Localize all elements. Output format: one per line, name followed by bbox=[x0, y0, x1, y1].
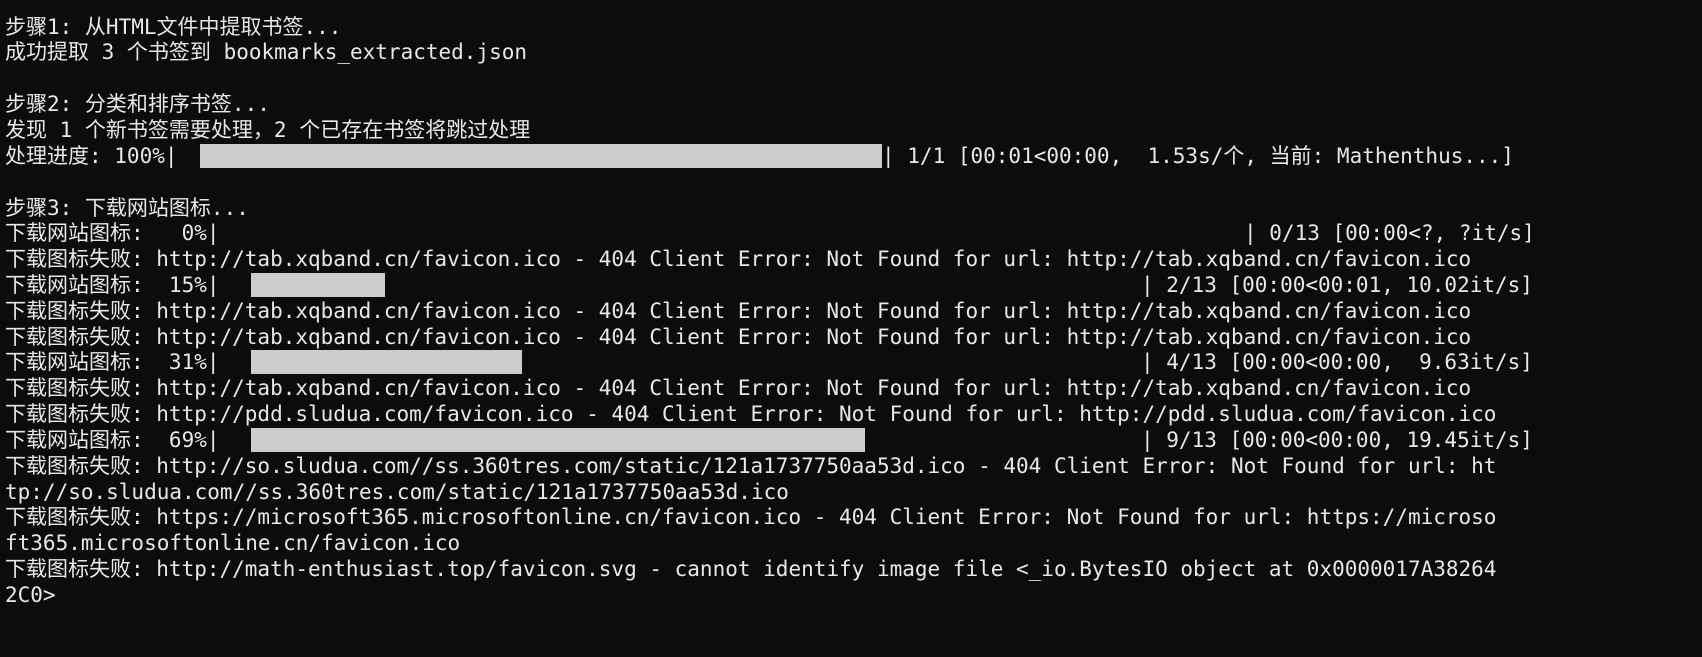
error-line: 下载图标失败: http://so.sludua.com//ss.360tres… bbox=[5, 454, 1497, 478]
error-line-wrap: ft365.microsoftonline.cn/favicon.ico bbox=[5, 531, 461, 555]
progress-label: 下载网站图标: 31%| bbox=[5, 350, 220, 374]
step3-line: 步骤3: 下载网站图标... bbox=[5, 196, 249, 220]
step2-line: 步骤2: 分类和排序书签... bbox=[5, 92, 270, 116]
error-line-wrap: 2C0> bbox=[5, 583, 56, 607]
error-line: 下载图标失败: http://tab.xqband.cn/favicon.ico… bbox=[5, 299, 1472, 323]
terminal-window[interactable]: 步骤1: 从HTML文件中提取书签... 成功提取 3 个书签到 bookmar… bbox=[0, 0, 1702, 657]
error-line: 下载图标失败: https://microsoft365.microsofton… bbox=[5, 505, 1497, 529]
progress-stats: | 9/13 [00:00<00:00, 19.45it/s] bbox=[1141, 428, 1533, 452]
progress-label: 处理进度: 100%| bbox=[5, 144, 178, 168]
progress-label: 下载网站图标: 69%| bbox=[5, 428, 220, 452]
progress-label: 下载网站图标: 15%| bbox=[5, 273, 220, 297]
progress-bar-fill bbox=[251, 350, 522, 374]
found-line: 发现 1 个新书签需要处理，2 个已存在书签将跳过处理 bbox=[5, 118, 531, 142]
error-line-wrap: tp://so.sludua.com//ss.360tres.com/stati… bbox=[5, 480, 789, 504]
error-line: 下载图标失败: http://pdd.sludua.com/favicon.ic… bbox=[5, 402, 1497, 426]
progress-stats: | 2/13 [00:00<00:01, 10.02it/s] bbox=[1141, 273, 1533, 297]
error-line: 下载图标失败: http://math-enthusiast.top/favic… bbox=[5, 557, 1497, 581]
error-line: 下载图标失败: http://tab.xqband.cn/favicon.ico… bbox=[5, 376, 1472, 400]
step1-line: 步骤1: 从HTML文件中提取书签... bbox=[5, 15, 342, 39]
progress-stats: | 0/13 [00:00<?, ?it/s] bbox=[1244, 221, 1535, 245]
progress-bar-fill bbox=[251, 273, 385, 297]
extracted-line: 成功提取 3 个书签到 bookmarks_extracted.json bbox=[5, 40, 528, 64]
progress-stats: | 4/13 [00:00<00:00, 9.63it/s] bbox=[1141, 350, 1533, 374]
progress-stats: | 1/1 [00:01<00:00, 1.53s/个, 当前: Mathent… bbox=[882, 144, 1514, 168]
progress-bar-fill bbox=[251, 428, 865, 452]
progress-label: 下载网站图标: 0%| bbox=[5, 221, 220, 245]
progress-bar-fill bbox=[200, 144, 882, 168]
error-line: 下载图标失败: http://tab.xqband.cn/favicon.ico… bbox=[5, 247, 1472, 271]
error-line: 下载图标失败: http://tab.xqband.cn/favicon.ico… bbox=[5, 325, 1472, 349]
